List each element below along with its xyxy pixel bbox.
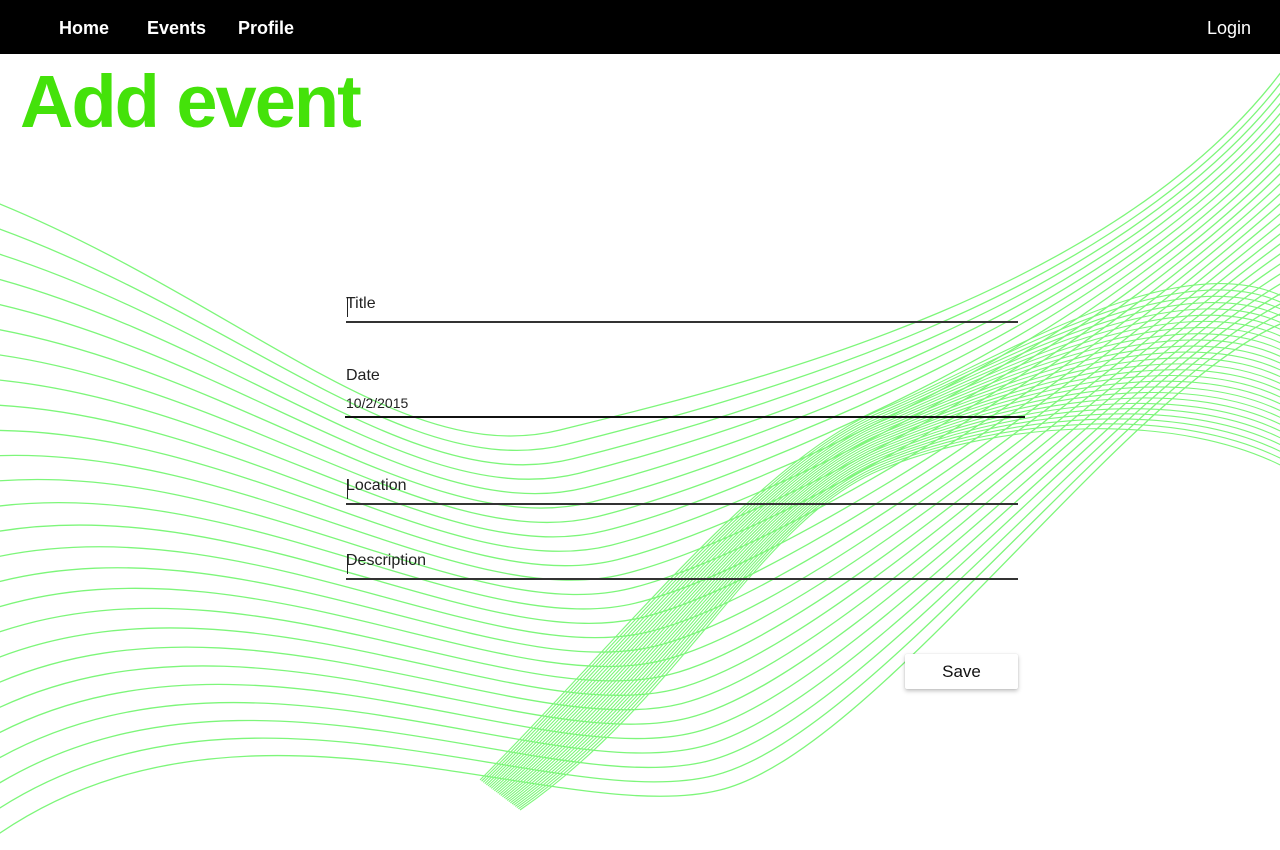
text-caret [347,479,348,499]
login-link[interactable]: Login [1207,17,1251,39]
wave-line [0,283,1280,740]
nav-events-link[interactable]: Events [147,17,206,39]
wave-line [0,293,1280,759]
page-title: Add event [20,60,362,143]
wave-line [503,375,1280,799]
wave-line [510,397,1280,804]
wave-line [482,295,1280,783]
date-input[interactable]: 10/2/2015 [346,395,408,411]
wave-line [513,408,1280,806]
title-input[interactable] [346,295,1018,323]
wave-line [479,283,1280,781]
wave-line [506,386,1280,801]
text-caret [347,297,348,317]
wave-line [481,289,1280,782]
nav-profile-link[interactable]: Profile [238,17,294,39]
wave-line [508,392,1280,803]
wave-line [0,193,1280,610]
page: Home Events Profile Login Add event Date… [0,0,1280,850]
wave-line [0,303,1280,784]
save-button[interactable]: Save [905,654,1018,689]
nav-home-link[interactable]: Home [59,17,109,39]
date-label: Date [346,367,380,384]
wave-line [0,223,1280,653]
wave-line [0,102,1280,480]
navbar: Home Events Profile Login [0,0,1280,54]
wave-line [0,182,1280,596]
wave-line [486,308,1280,786]
description-input[interactable] [346,552,1018,580]
date-underline [345,416,1025,418]
wave-line [514,413,1280,807]
wave-line [0,323,1280,835]
wave-line [511,402,1280,805]
wave-line [487,314,1280,787]
wave-line [0,233,1280,668]
wave-line [502,369,1280,798]
wave-line [484,302,1280,784]
wave-line [0,172,1280,581]
text-caret [347,554,348,574]
location-input[interactable] [346,477,1018,505]
wave-line [505,380,1280,800]
